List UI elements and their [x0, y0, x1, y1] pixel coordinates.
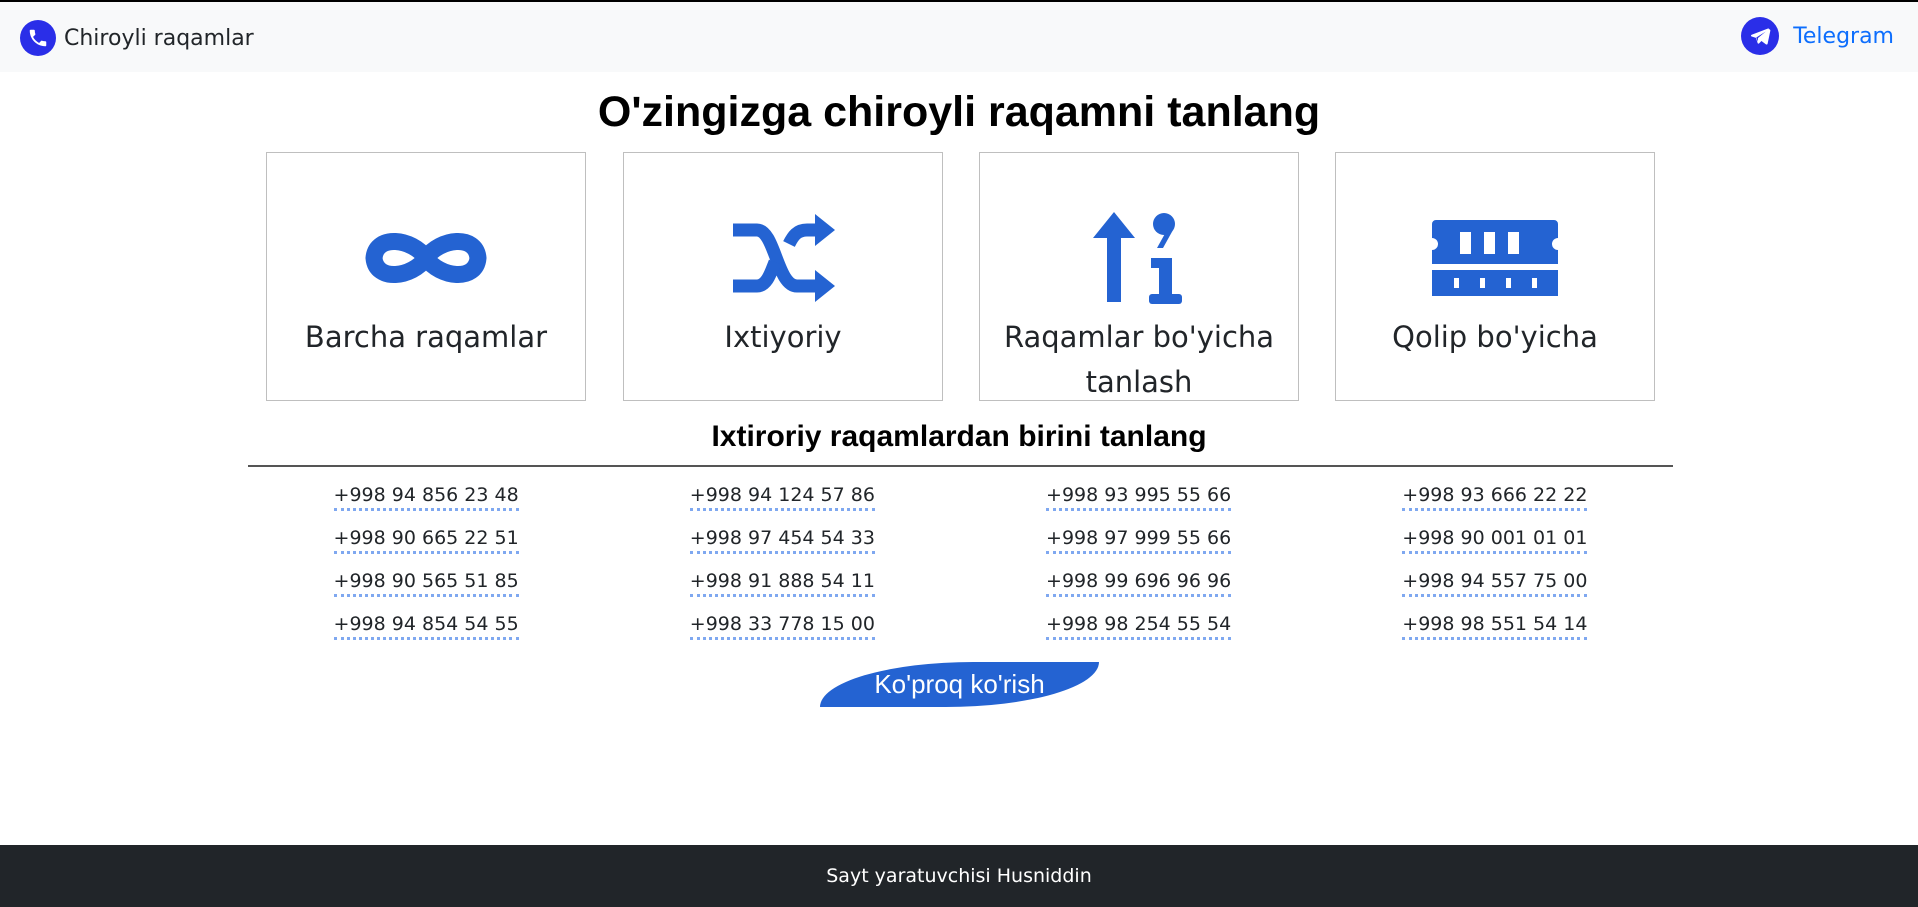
- show-more-button[interactable]: Ko'proq ko'rish: [820, 662, 1099, 707]
- phone-number-link[interactable]: +998 94 557 75 00: [1402, 568, 1588, 597]
- card-all-numbers[interactable]: Barcha raqamlar: [266, 152, 586, 401]
- card-random[interactable]: Ixtiyoriy: [623, 152, 943, 401]
- memory-icon: [1432, 213, 1558, 303]
- phone-number-link[interactable]: +998 91 888 54 11: [689, 568, 875, 597]
- telegram-icon: [1741, 17, 1780, 55]
- card-by-pattern[interactable]: Qolip bo'yicha: [1335, 152, 1655, 401]
- numbers-row: +998 90 565 51 85 +998 91 888 54 11 +998…: [248, 568, 1673, 611]
- card-label: Raqamlar bo'yicha tanlash: [1003, 320, 1275, 399]
- phone-number-link[interactable]: +998 97 999 55 66: [1046, 525, 1232, 554]
- card-label: Barcha raqamlar: [304, 320, 548, 354]
- phone-number-link[interactable]: +998 93 995 55 66: [1046, 482, 1232, 511]
- divider: [248, 465, 1673, 467]
- numbers-row: +998 94 854 54 55 +998 33 778 15 00 +998…: [248, 611, 1673, 654]
- phone-icon: [20, 20, 56, 56]
- phone-number-link[interactable]: +998 90 565 51 85: [333, 568, 519, 597]
- numbers-grid: +998 94 856 23 48 +998 94 124 57 86 +998…: [248, 482, 1673, 654]
- footer-text: Sayt yaratuvchisi Husniddin: [826, 865, 1092, 887]
- telegram-link[interactable]: Telegram: [1741, 16, 1894, 56]
- phone-number-link[interactable]: +998 94 856 23 48: [333, 482, 519, 511]
- telegram-label: Telegram: [1793, 23, 1894, 49]
- phone-number-link[interactable]: +998 98 254 55 54: [1046, 611, 1232, 640]
- phone-number-link[interactable]: +998 90 665 22 51: [333, 525, 519, 554]
- phone-number-link[interactable]: +998 98 551 54 14: [1402, 611, 1588, 640]
- brand-label: Chiroyli raqamlar: [64, 25, 254, 51]
- phone-number-link[interactable]: +998 90 001 01 01: [1402, 525, 1588, 554]
- phone-number-link[interactable]: +998 97 454 54 33: [689, 525, 875, 554]
- phone-number-link[interactable]: +998 33 778 15 00: [689, 611, 875, 640]
- phone-number-link[interactable]: +998 93 666 22 22: [1402, 482, 1588, 511]
- infinity-icon: [362, 213, 490, 303]
- numbers-row: +998 94 856 23 48 +998 94 124 57 86 +998…: [248, 482, 1673, 525]
- shuffle-icon: [731, 213, 835, 303]
- phone-number-link[interactable]: +998 94 854 54 55: [333, 611, 519, 640]
- section-title: Ixtiroriy raqamlardan birini tanlang: [711, 420, 1207, 453]
- numbers-row: +998 90 665 22 51 +998 97 454 54 33 +998…: [248, 525, 1673, 568]
- footer: Sayt yaratuvchisi Husniddin: [0, 845, 1918, 907]
- brand-link[interactable]: Chiroyli raqamlar: [20, 20, 254, 56]
- card-by-digits[interactable]: Raqamlar bo'yicha tanlash: [979, 152, 1299, 401]
- sort-numeric-up-icon: [1093, 212, 1185, 304]
- navbar: Chiroyli raqamlar Telegram: [0, 2, 1918, 72]
- phone-number-link[interactable]: +998 99 696 96 96: [1046, 568, 1232, 597]
- card-label: Qolip bo'yicha: [1392, 320, 1598, 354]
- card-label: Ixtiyoriy: [724, 320, 842, 354]
- phone-number-link[interactable]: +998 94 124 57 86: [689, 482, 875, 511]
- page-title: O'zingizga chiroyli raqamni tanlang: [597, 88, 1321, 136]
